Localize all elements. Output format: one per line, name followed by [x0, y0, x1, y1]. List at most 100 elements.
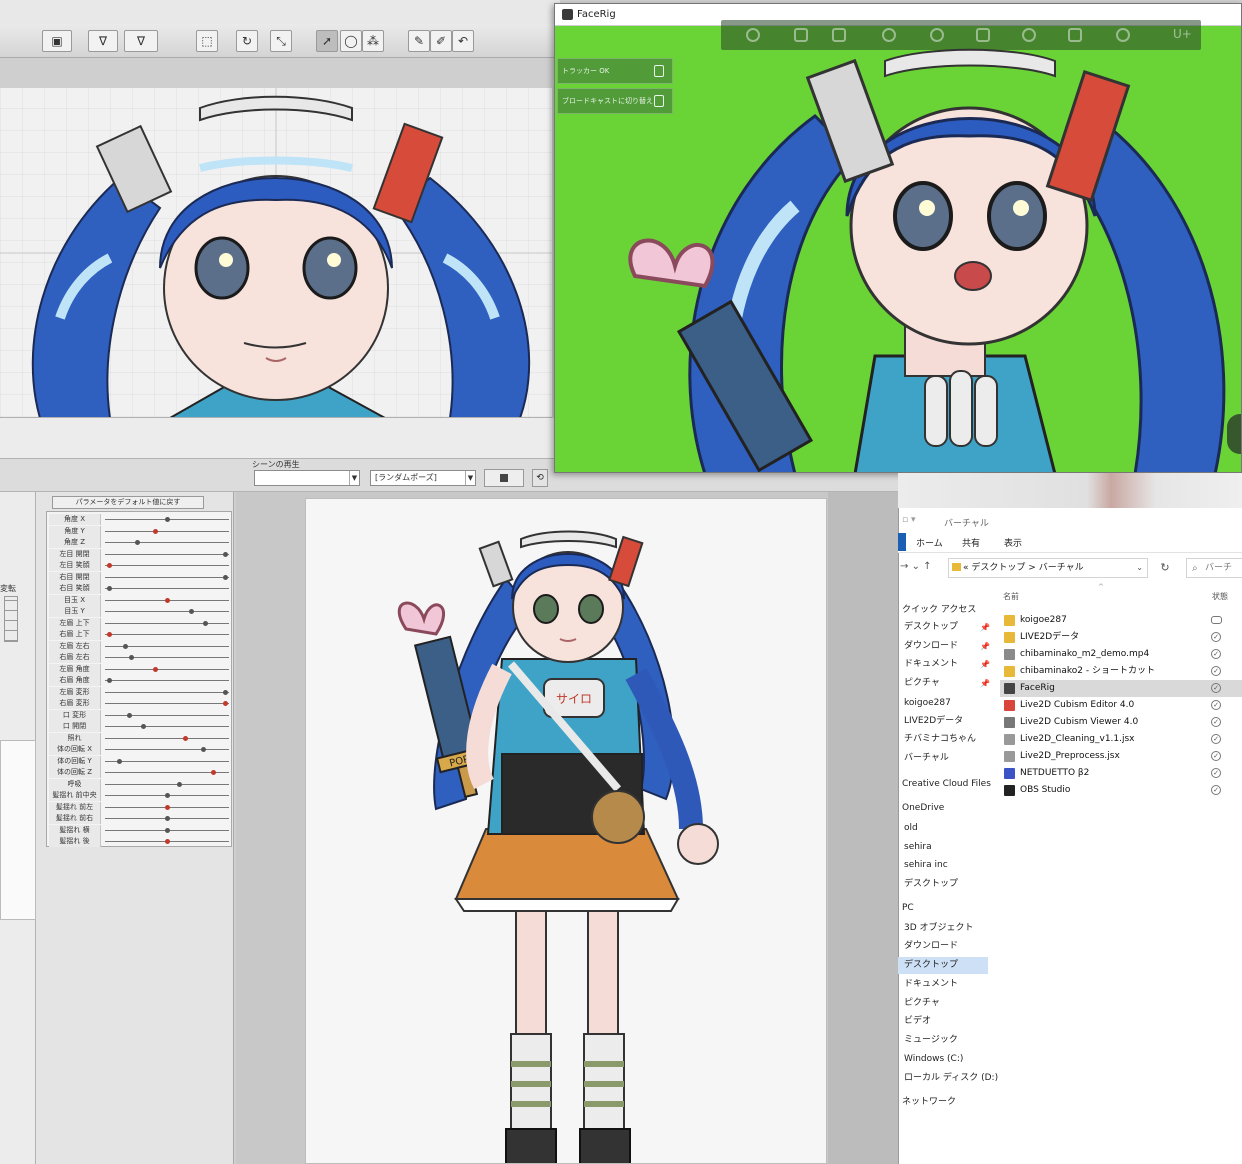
parameter-slider-track[interactable]: [105, 839, 229, 844]
parameter-slider-knob[interactable]: [129, 655, 134, 660]
pose-select[interactable]: [ランダムポーズ] ▼: [370, 470, 476, 486]
parameter-slider-track[interactable]: [105, 793, 229, 798]
chevron-down-icon[interactable]: ⌄: [912, 561, 920, 572]
parameter-slider-knob[interactable]: [107, 632, 113, 637]
nav-item[interactable]: koigoe287: [898, 695, 988, 712]
parameter-row[interactable]: 体の回転 Z: [47, 767, 231, 779]
pen-icon[interactable]: ✎: [408, 30, 430, 52]
parameter-slider-knob[interactable]: [165, 597, 170, 603]
model-canvas[interactable]: PORT サイロ: [305, 498, 827, 1164]
parameter-slider-knob[interactable]: [135, 540, 140, 545]
parameter-row[interactable]: 左眉 上下: [47, 617, 231, 630]
brush-select-icon[interactable]: ⁂: [362, 30, 384, 52]
parameter-row[interactable]: 右眉 変形: [47, 698, 231, 710]
scene-select[interactable]: ▼: [254, 470, 360, 486]
search-input[interactable]: ⌕ バーチ: [1186, 558, 1242, 578]
parameter-slider-track[interactable]: [105, 712, 229, 718]
ribbon-tab-home[interactable]: ホーム: [916, 536, 943, 549]
parameter-row[interactable]: 口 開閉: [47, 721, 231, 733]
stop-button[interactable]: [484, 469, 524, 487]
chevron-down-icon[interactable]: ⌄: [1136, 559, 1143, 577]
parameter-slider-knob[interactable]: [117, 758, 122, 764]
nav-item[interactable]: バーチャル: [898, 750, 988, 767]
parameter-slider-track[interactable]: [105, 528, 229, 534]
nav-item[interactable]: ビデオ: [898, 1013, 988, 1030]
parameter-row[interactable]: 呼吸: [47, 778, 231, 791]
parameter-slider-knob[interactable]: [123, 643, 128, 649]
parameter-slider-knob[interactable]: [107, 678, 113, 683]
nav-item[interactable]: ダウンロード 📌: [898, 638, 990, 655]
parameter-row[interactable]: 髪揺れ 後: [47, 836, 231, 848]
parameter-slider-track[interactable]: [105, 574, 229, 580]
parameter-row[interactable]: 角度 X: [47, 514, 231, 526]
parameter-slider-track[interactable]: [105, 724, 229, 729]
parameter-row[interactable]: 左目 笑顔: [47, 560, 231, 572]
quick-access-toolbar-icons[interactable]: ▫ ▾: [902, 515, 915, 525]
parameter-row[interactable]: 髪揺れ 前中央: [47, 790, 231, 802]
parameter-slider-knob[interactable]: [165, 804, 170, 810]
parameter-row[interactable]: 体の回転 Y: [47, 755, 231, 768]
parameter-row[interactable]: 口 変形: [47, 709, 231, 722]
file-row[interactable]: Live2D Cubism Viewer 4.0 ✓: [1000, 714, 1242, 731]
parameter-slider-knob[interactable]: [201, 747, 206, 752]
left-mini-grid[interactable]: [4, 596, 18, 642]
arrow-up-icon[interactable]: ↑: [923, 561, 931, 572]
parameter-slider-track[interactable]: [105, 689, 229, 695]
breadcrumb-desktop[interactable]: デスクトップ: [971, 563, 1025, 573]
parameter-row[interactable]: 右眉 上下: [47, 629, 231, 641]
pin-icon[interactable]: ✐: [430, 30, 452, 52]
ribbon-tab-view[interactable]: 表示: [1004, 536, 1022, 549]
nav-item[interactable]: old: [898, 820, 988, 837]
parameter-slider-knob[interactable]: [165, 827, 170, 833]
nav-item[interactable]: ミュージック: [898, 1032, 988, 1049]
parameter-slider-knob[interactable]: [189, 609, 194, 614]
loop-button[interactable]: ⟲: [532, 469, 548, 487]
parameter-slider-track[interactable]: [105, 643, 229, 649]
parameter-slider-track[interactable]: [105, 620, 229, 626]
parameter-slider-track[interactable]: [105, 609, 229, 614]
parameter-slider-track[interactable]: [105, 540, 229, 545]
file-row[interactable]: OBS Studio ✓: [1000, 782, 1242, 799]
parameter-slider-track[interactable]: [105, 747, 229, 752]
parameter-slider-track[interactable]: [105, 563, 229, 568]
parameter-slider-track[interactable]: [105, 632, 229, 637]
facerig-side-handle[interactable]: [1227, 414, 1241, 454]
parameter-row[interactable]: 左眉 変形: [47, 686, 231, 699]
file-row[interactable]: Live2D_Cleaning_v1.1.jsx ✓: [1000, 731, 1242, 748]
parameter-slider-track[interactable]: [105, 701, 229, 706]
nav-item[interactable]: PC: [898, 900, 988, 917]
nav-item[interactable]: Windows (C:): [898, 1051, 988, 1068]
nav-item[interactable]: sehira inc: [898, 857, 988, 874]
deformer-icon[interactable]: ▣: [42, 30, 72, 52]
column-header-name[interactable]: 名前: [1003, 591, 1019, 602]
parameter-row[interactable]: 右眉 左右: [47, 652, 231, 664]
parameter-row[interactable]: 体の回転 X: [47, 744, 231, 756]
parameter-slider-knob[interactable]: [165, 793, 170, 798]
nav-item[interactable]: ドキュメント 📌: [898, 656, 990, 673]
nav-item[interactable]: ピクチャ: [898, 995, 988, 1012]
parameter-row[interactable]: 右目 笑顔: [47, 583, 231, 595]
parameter-slider-track[interactable]: [105, 770, 229, 775]
lasso-icon[interactable]: ◯: [340, 30, 362, 52]
parameter-row[interactable]: 髪揺れ 前左: [47, 801, 231, 814]
parameter-row[interactable]: 目玉 X: [47, 594, 231, 607]
file-row[interactable]: Live2D Cubism Editor 4.0 ✓: [1000, 697, 1242, 714]
parameter-slider-knob[interactable]: [107, 563, 113, 568]
reset-parameters-button[interactable]: パラメータをデフォルト値に戻す: [52, 496, 204, 509]
auto-mesh-icon[interactable]: ∇: [124, 30, 158, 52]
nav-item[interactable]: ドキュメント: [898, 976, 988, 993]
parameter-slider-knob[interactable]: [177, 781, 182, 787]
parameter-row[interactable]: 右眉 角度: [47, 675, 231, 687]
parameter-slider-knob[interactable]: [222, 551, 228, 557]
nav-item[interactable]: ローカル ディスク (D:): [898, 1070, 998, 1087]
file-row[interactable]: LIVE2Dデータ ✓: [1000, 629, 1242, 646]
parameter-slider-knob[interactable]: [141, 724, 146, 729]
parameter-row[interactable]: 髪揺れ 横: [47, 824, 231, 837]
breadcrumb-virtual[interactable]: バーチャル: [1039, 563, 1084, 573]
parameter-row[interactable]: 角度 Z: [47, 537, 231, 549]
parameter-slider-track[interactable]: [105, 655, 229, 660]
parameter-slider-track[interactable]: [105, 827, 229, 833]
parameter-slider-knob[interactable]: [165, 839, 170, 844]
file-row[interactable]: NETDUETTO β2 ✓: [1000, 765, 1242, 782]
parameter-row[interactable]: 髪揺れ 前右: [47, 813, 231, 825]
